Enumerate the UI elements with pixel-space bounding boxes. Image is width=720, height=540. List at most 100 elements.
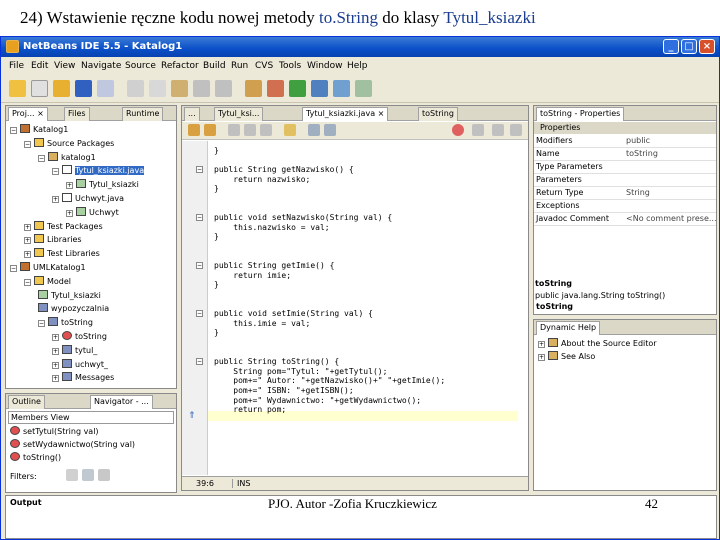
tree-item[interactable]: + Messages bbox=[52, 372, 114, 385]
run-icon[interactable] bbox=[289, 80, 306, 97]
menu-file[interactable]: File bbox=[9, 61, 24, 71]
expand-toggle-icon[interactable]: − bbox=[38, 154, 45, 162]
code-line[interactable]: public String toString() { bbox=[214, 357, 339, 367]
open-project-icon[interactable] bbox=[53, 80, 70, 97]
properties-section[interactable]: Properties bbox=[534, 122, 716, 134]
expand-toggle-icon[interactable]: − bbox=[38, 320, 45, 328]
menu-cvs[interactable]: CVS bbox=[255, 61, 273, 71]
expand-toggle-icon[interactable]: + bbox=[52, 334, 59, 341]
property-row[interactable]: Return Type String bbox=[534, 187, 716, 200]
tree-item[interactable]: − Katalog1 bbox=[10, 124, 68, 137]
help-item[interactable]: + About the Source Editor bbox=[538, 338, 657, 351]
code-line[interactable]: } bbox=[214, 280, 219, 290]
stop-macro-icon[interactable] bbox=[452, 124, 464, 136]
tab-files[interactable]: Files bbox=[64, 107, 90, 121]
new-file-icon[interactable] bbox=[31, 80, 48, 97]
editor-tab-tytul-java[interactable]: Tytul_ksiazki.java × bbox=[302, 107, 389, 121]
expand-toggle-icon[interactable]: + bbox=[66, 182, 73, 190]
tree-item[interactable]: − UMLKatalog1 bbox=[10, 262, 86, 275]
property-value[interactable]: toString bbox=[626, 148, 658, 160]
editor-tab-nav[interactable]: ... bbox=[184, 107, 200, 121]
clean-build-icon[interactable] bbox=[267, 80, 284, 97]
filter-icon[interactable] bbox=[66, 469, 78, 481]
tree-item[interactable]: Tytul_ksiazki bbox=[38, 289, 101, 303]
copy-icon[interactable] bbox=[149, 80, 166, 97]
save-all-icon[interactable] bbox=[75, 80, 92, 97]
code-line[interactable]: pom+=" ISBN: "+getISBN(); bbox=[214, 386, 353, 396]
tab-outline[interactable]: Outline bbox=[8, 395, 45, 409]
menu-refactor[interactable]: Refactor bbox=[161, 61, 199, 71]
code-fold-icon[interactable]: − bbox=[196, 358, 203, 366]
property-row[interactable]: Javadoc Comment <No comment prese... bbox=[534, 213, 716, 226]
tab-projects[interactable]: Proj... × bbox=[8, 107, 48, 121]
code-fold-icon[interactable]: − bbox=[196, 262, 203, 270]
code-fold-icon[interactable]: − bbox=[196, 310, 203, 318]
forward-icon[interactable] bbox=[204, 124, 216, 136]
property-row[interactable]: Exceptions bbox=[534, 200, 716, 213]
editor-tab-tostring[interactable]: toString bbox=[418, 107, 458, 121]
menu-source[interactable]: Source bbox=[125, 61, 156, 71]
code-fold-icon[interactable]: − bbox=[196, 166, 203, 174]
find-selection-icon[interactable] bbox=[228, 124, 240, 136]
tree-item[interactable]: + tytul_ bbox=[52, 344, 97, 358]
property-value[interactable]: <No comment prese... bbox=[626, 213, 716, 225]
tree-item[interactable]: + uchwyt_ bbox=[52, 358, 108, 372]
test-icon[interactable] bbox=[355, 80, 372, 97]
code-line[interactable]: public void setImie(String val) { bbox=[214, 309, 373, 319]
tree-item[interactable]: − katalog1 bbox=[38, 151, 96, 165]
uncomment-icon[interactable] bbox=[510, 124, 522, 136]
menu-edit[interactable]: Edit bbox=[31, 61, 48, 71]
code-line[interactable]: } bbox=[214, 184, 219, 194]
tree-item[interactable]: + Libraries bbox=[24, 234, 82, 247]
tree-item[interactable]: + Test Packages bbox=[24, 220, 103, 234]
property-row[interactable]: Name toString bbox=[534, 148, 716, 161]
property-value[interactable]: public bbox=[626, 135, 650, 147]
close-button[interactable]: × bbox=[699, 39, 715, 54]
next-bookmark-icon[interactable] bbox=[324, 124, 336, 136]
code-line[interactable]: return imie; bbox=[214, 271, 291, 281]
expand-toggle-icon[interactable]: + bbox=[52, 361, 59, 369]
members-view-select[interactable]: Members View bbox=[8, 411, 174, 424]
expand-toggle-icon[interactable]: + bbox=[24, 237, 31, 245]
expand-toggle-icon[interactable]: + bbox=[52, 196, 59, 203]
toggle-highlight-icon[interactable] bbox=[284, 124, 296, 136]
code-line[interactable]: } bbox=[214, 232, 219, 242]
code-line[interactable]: this.nazwisko = val; bbox=[214, 223, 329, 233]
minimize-button[interactable]: _ bbox=[663, 39, 679, 54]
expand-toggle-icon[interactable]: − bbox=[24, 278, 31, 286]
tree-item[interactable]: + toString bbox=[52, 331, 107, 344]
paste-icon[interactable] bbox=[171, 80, 188, 97]
shift-left-icon[interactable] bbox=[472, 124, 484, 136]
bookmark-icon[interactable] bbox=[308, 124, 320, 136]
window-titlebar[interactable]: NetBeans IDE 5.5 - Katalog1 _ □ × bbox=[1, 37, 719, 57]
redo-icon[interactable] bbox=[215, 80, 232, 97]
editor-tab-tytul[interactable]: Tytul_ksi... bbox=[214, 107, 264, 121]
comment-icon[interactable] bbox=[492, 124, 504, 136]
profile-icon[interactable] bbox=[333, 80, 350, 97]
menu-view[interactable]: View bbox=[54, 61, 75, 71]
find-next-icon[interactable] bbox=[260, 124, 272, 136]
code-line[interactable]: pom+=" Autor: "+getNazwisko()+" "+getImi… bbox=[214, 376, 445, 386]
filter-icon[interactable] bbox=[82, 469, 94, 481]
new-project-icon[interactable] bbox=[9, 80, 26, 97]
expand-toggle-icon[interactable]: + bbox=[66, 209, 73, 217]
undo-icon[interactable] bbox=[193, 80, 210, 97]
back-icon[interactable] bbox=[188, 124, 200, 136]
expand-toggle-icon[interactable]: − bbox=[52, 168, 59, 176]
tree-item[interactable]: wypozyczalnia bbox=[38, 303, 109, 316]
find-previous-icon[interactable] bbox=[244, 124, 256, 136]
navigator-item[interactable]: setWydawnictwo(String val) bbox=[10, 439, 135, 452]
code-fold-icon[interactable]: − bbox=[196, 214, 203, 222]
tree-item[interactable]: + Test Libraries bbox=[24, 248, 100, 261]
find-icon[interactable] bbox=[97, 80, 114, 97]
menu-window[interactable]: Window bbox=[307, 61, 343, 71]
tab-navigator[interactable]: Navigator - ... bbox=[90, 395, 153, 409]
maximize-button[interactable]: □ bbox=[681, 39, 697, 54]
code-line[interactable]: String pom="Tytul: "+getTytul(); bbox=[214, 367, 387, 377]
property-row[interactable]: Modifiers public bbox=[534, 135, 716, 148]
expand-toggle-icon[interactable]: − bbox=[10, 265, 17, 272]
property-value[interactable]: String bbox=[626, 187, 650, 199]
code-line[interactable]: public String getImie() { bbox=[214, 261, 334, 271]
tree-item[interactable]: − Model bbox=[24, 275, 71, 289]
expand-toggle-icon[interactable]: + bbox=[24, 223, 31, 231]
